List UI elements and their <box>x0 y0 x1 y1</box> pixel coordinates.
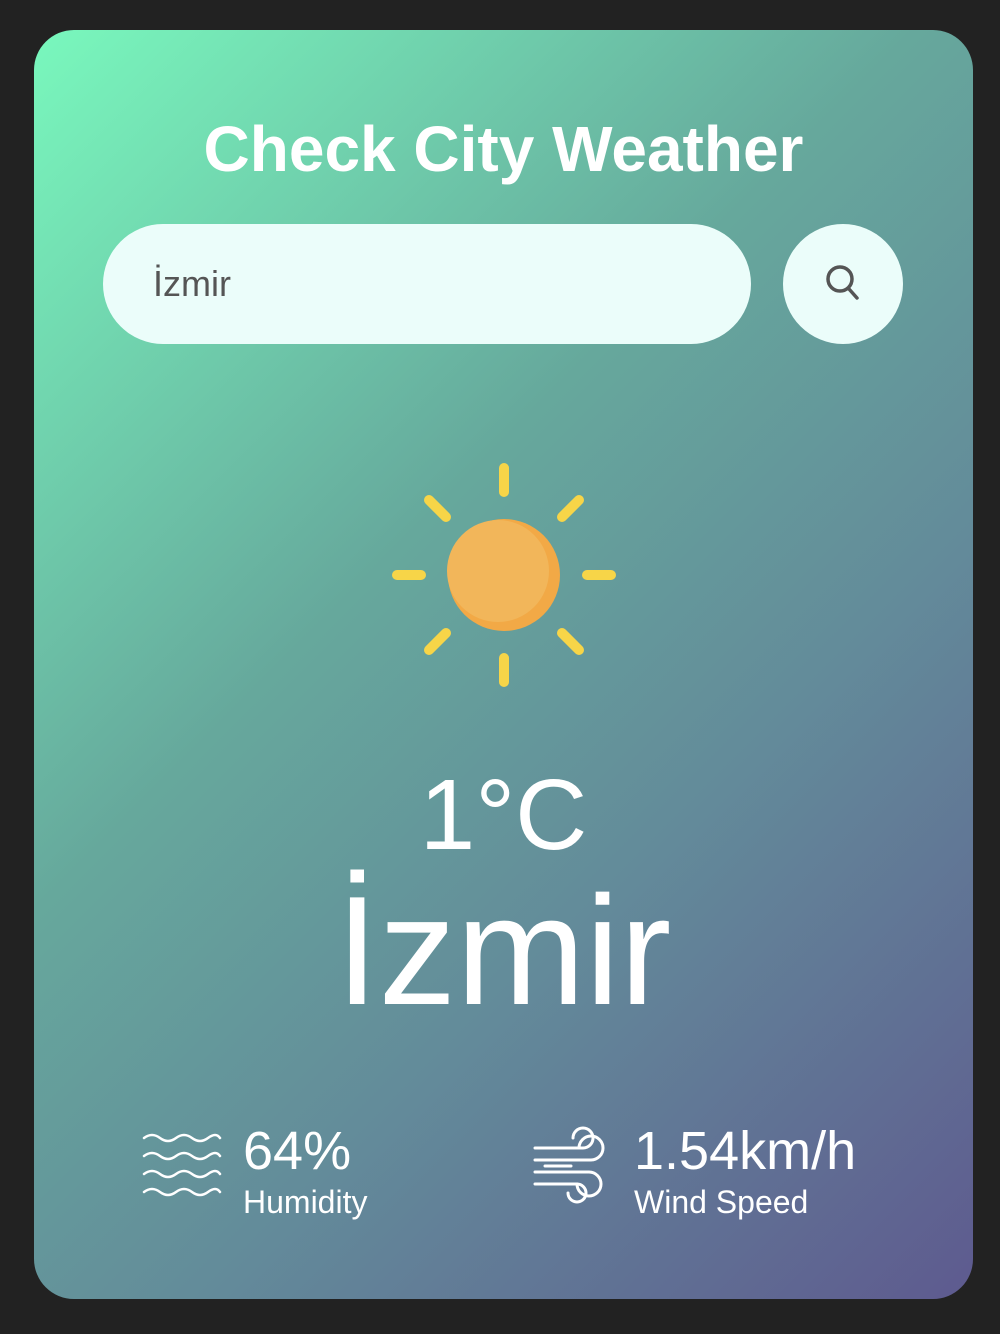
wind-value: 1.54km/h <box>634 1121 857 1181</box>
search-button[interactable] <box>783 224 903 344</box>
city-name: İzmir <box>335 864 672 1037</box>
wind-icon <box>531 1120 615 1215</box>
humidity-waves-icon <box>140 1120 224 1209</box>
humidity-value: 64% <box>243 1121 352 1181</box>
weather-card: Check City Weather 1°C İz <box>34 30 973 1299</box>
wind-label: Wind Speed <box>634 1184 809 1220</box>
sun-icon <box>389 460 619 690</box>
humidity-label: Humidity <box>243 1184 368 1220</box>
search-input[interactable] <box>103 224 751 344</box>
temperature: 1°C <box>419 759 588 871</box>
app-title: Check City Weather <box>203 113 804 185</box>
search-icon <box>825 264 861 305</box>
